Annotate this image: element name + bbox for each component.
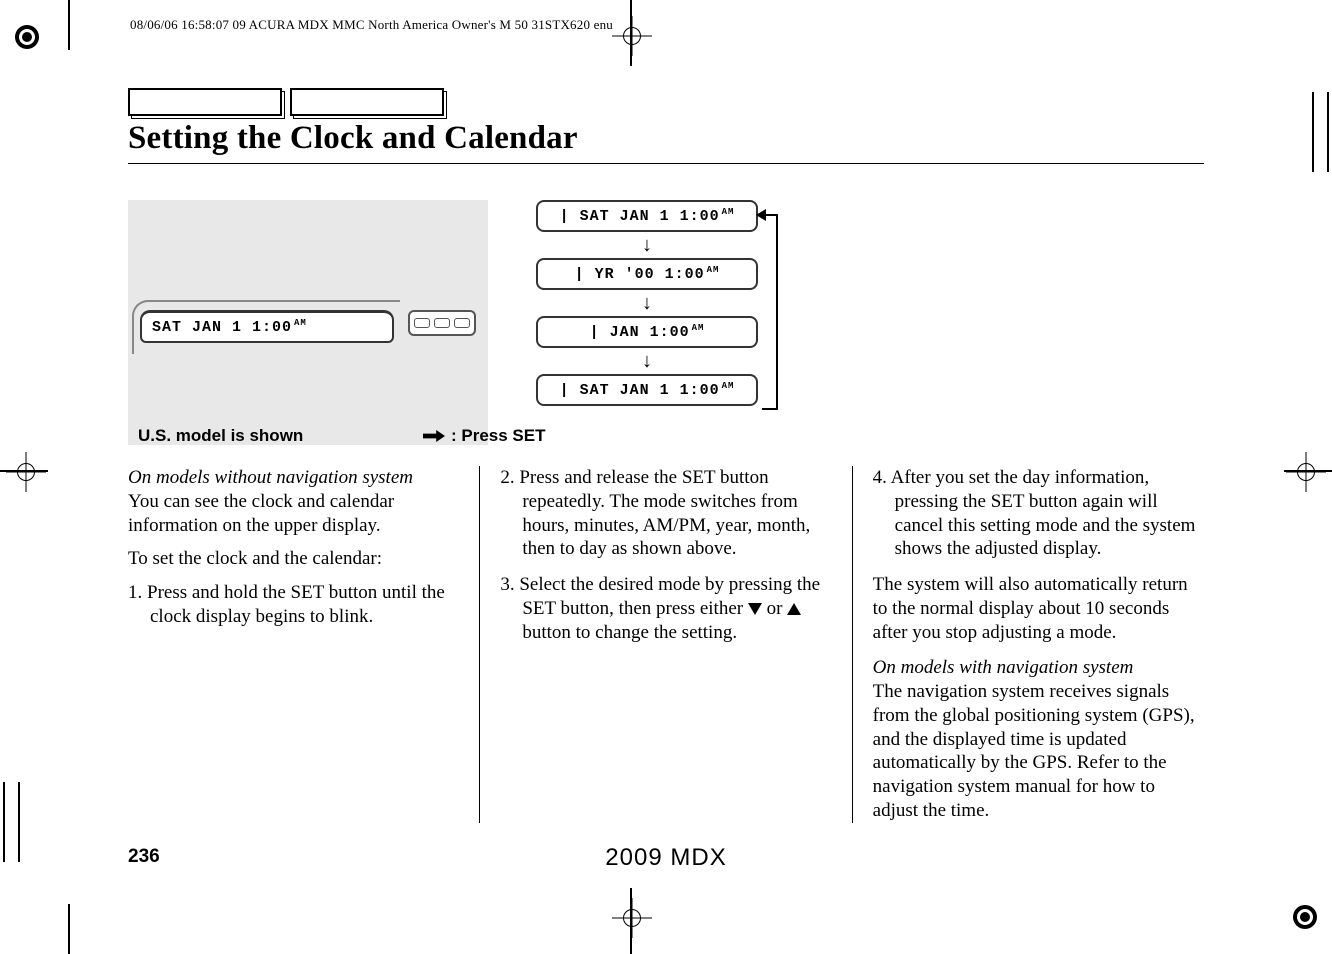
crop-mark <box>68 0 70 50</box>
arrow-down-icon: ↓ <box>536 351 758 371</box>
crop-mark <box>1312 92 1314 172</box>
body-text: The system will also automatically retur… <box>873 573 1204 644</box>
lcd-step: | SAT JAN 1 1:00AM <box>536 374 758 406</box>
registration-mark-icon <box>14 24 40 50</box>
step-4: 4. After you set the day information, pr… <box>873 466 1204 561</box>
note-with-nav: On models with navigation system <box>873 656 1204 680</box>
lcd-step: | SAT JAN 1 1:00AM <box>536 200 758 232</box>
footer-model: 2009 MDX <box>605 844 726 872</box>
header-tabs <box>128 88 1204 116</box>
arrow-left-icon <box>756 209 766 221</box>
triangle-down-icon <box>748 603 762 615</box>
press-set-label: : Press SET <box>451 426 546 446</box>
page-number: 236 <box>128 846 160 868</box>
step-2: 2. Press and release the SET button repe… <box>500 466 831 561</box>
crosshair-icon <box>1286 452 1326 492</box>
crop-mark <box>18 782 20 862</box>
body-text: The navigation system receives signals f… <box>873 680 1204 823</box>
step-1: 1. Press and hold the SET button until t… <box>128 581 459 629</box>
crosshair-icon <box>6 452 46 492</box>
lcd-step: | YR '00 1:00AM <box>536 258 758 290</box>
page-title: Setting the Clock and Calendar <box>128 120 1204 157</box>
body-text: You can see the clock and calendar infor… <box>128 490 459 538</box>
lcd-text: SAT JAN 1 1:00AM <box>152 318 307 336</box>
main-lcd: SAT JAN 1 1:00AM <box>140 310 394 343</box>
header-metadata: 08/06/06 16:58:07 09 ACURA MDX MMC North… <box>130 17 613 33</box>
tab-placeholder <box>128 88 282 116</box>
note-without-nav: On models without navigation system <box>128 466 459 490</box>
crop-mark <box>68 904 70 954</box>
triangle-up-icon <box>787 603 801 615</box>
loop-bracket <box>762 214 778 410</box>
title-rule <box>128 163 1204 164</box>
arrow-right-icon <box>423 430 445 442</box>
us-model-note: U.S. model is shown <box>138 426 303 446</box>
crosshair-icon <box>612 16 652 56</box>
lcd-sequence: | SAT JAN 1 1:00AM ↓ | YR '00 1:00AM ↓ |… <box>536 200 758 406</box>
step-3: 3. Select the desired mode by pressing t… <box>500 573 831 644</box>
tab-placeholder <box>290 88 444 116</box>
arrow-down-icon: ↓ <box>536 293 758 313</box>
arrow-down-icon: ↓ <box>536 235 758 255</box>
crosshair-icon <box>612 898 652 938</box>
clock-illustration: SAT JAN 1 1:00AM U.S. model is shown : P… <box>128 200 788 450</box>
press-set-legend: : Press SET <box>423 426 546 446</box>
button-cluster-icon <box>408 310 476 336</box>
crop-mark <box>3 782 5 862</box>
lcd-step: | JAN 1:00AM <box>536 316 758 348</box>
crop-mark <box>1327 92 1329 172</box>
body-text: To set the clock and the calendar: <box>128 547 459 571</box>
registration-mark-icon <box>1292 904 1318 930</box>
